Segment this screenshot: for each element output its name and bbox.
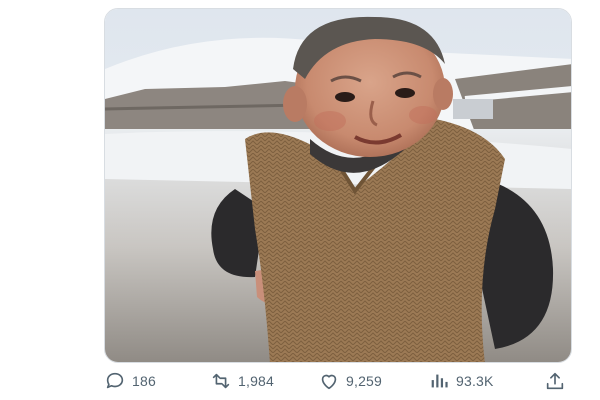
tweet-photo[interactable] <box>104 8 572 363</box>
like-button[interactable]: 9,259 <box>318 368 382 394</box>
views-button[interactable]: 93.3K <box>428 368 494 394</box>
share-icon <box>546 372 564 390</box>
retweet-count: 1,984 <box>238 373 275 389</box>
retweet-icon <box>212 373 230 389</box>
reply-count: 186 <box>132 373 156 389</box>
reply-icon <box>106 372 124 389</box>
share-button[interactable] <box>544 368 566 394</box>
tweet-action-bar: 186 1,984 9,259 93.3K <box>104 368 572 394</box>
like-count: 9,259 <box>346 373 383 389</box>
photo-child-in-snow <box>105 9 571 362</box>
view-count: 93.3K <box>456 373 494 389</box>
heart-icon <box>321 374 337 390</box>
reply-button[interactable]: 186 <box>104 368 156 394</box>
retweet-button[interactable]: 1,984 <box>210 368 274 394</box>
views-chart-icon <box>431 374 448 388</box>
